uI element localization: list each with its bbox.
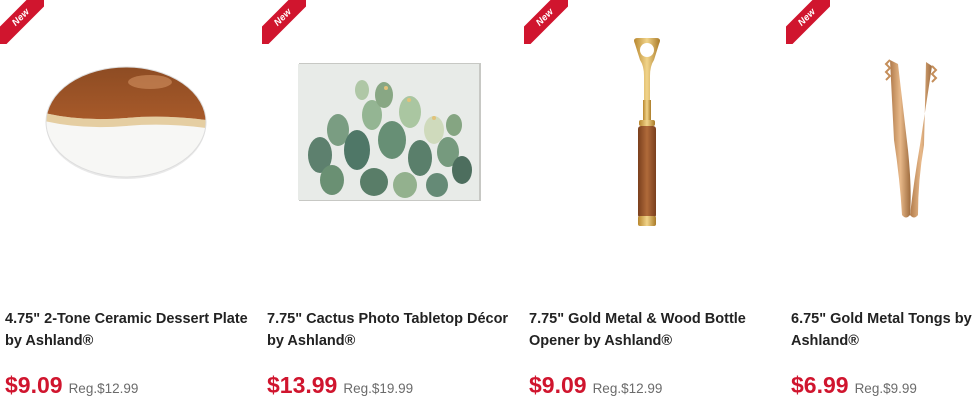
sale-price: $13.99 [267,372,338,398]
price-row: $6.99 Reg.$9.99 [791,372,917,399]
product-image[interactable] [262,30,524,245]
product-card[interactable]: New 6.75" Gold Metal Tongs by Ashland® $… [786,0,980,401]
price-row: $9.09 Reg.$12.99 [5,372,138,399]
sale-price: $6.99 [791,372,849,398]
sale-price: $9.09 [529,372,587,398]
product-image[interactable] [524,30,786,245]
sale-price: $9.09 [5,372,63,398]
product-grid: New 4.75" 2-Tone Ceramic Dessert Plate b… [0,0,980,401]
regular-price: Reg.$9.99 [854,381,917,396]
product-title[interactable]: 4.75" 2-Tone Ceramic Dessert Plate by As… [5,308,255,352]
product-title[interactable]: 7.75" Gold Metal & Wood Bottle Opener by… [529,308,779,352]
product-image[interactable] [786,30,980,245]
regular-price: Reg.$12.99 [68,381,139,396]
product-image[interactable] [0,30,262,245]
price-row: $9.09 Reg.$12.99 [529,372,662,399]
price-row: $13.99 Reg.$19.99 [267,372,413,399]
product-card[interactable]: New [524,0,786,401]
product-card[interactable]: New [262,0,524,401]
regular-price: Reg.$19.99 [343,381,414,396]
regular-price: Reg.$12.99 [592,381,663,396]
product-card[interactable]: New [0,0,262,401]
product-title[interactable]: 7.75" Cactus Photo Tabletop Décor by Ash… [267,308,517,352]
product-title[interactable]: 6.75" Gold Metal Tongs by Ashland® [791,308,980,352]
